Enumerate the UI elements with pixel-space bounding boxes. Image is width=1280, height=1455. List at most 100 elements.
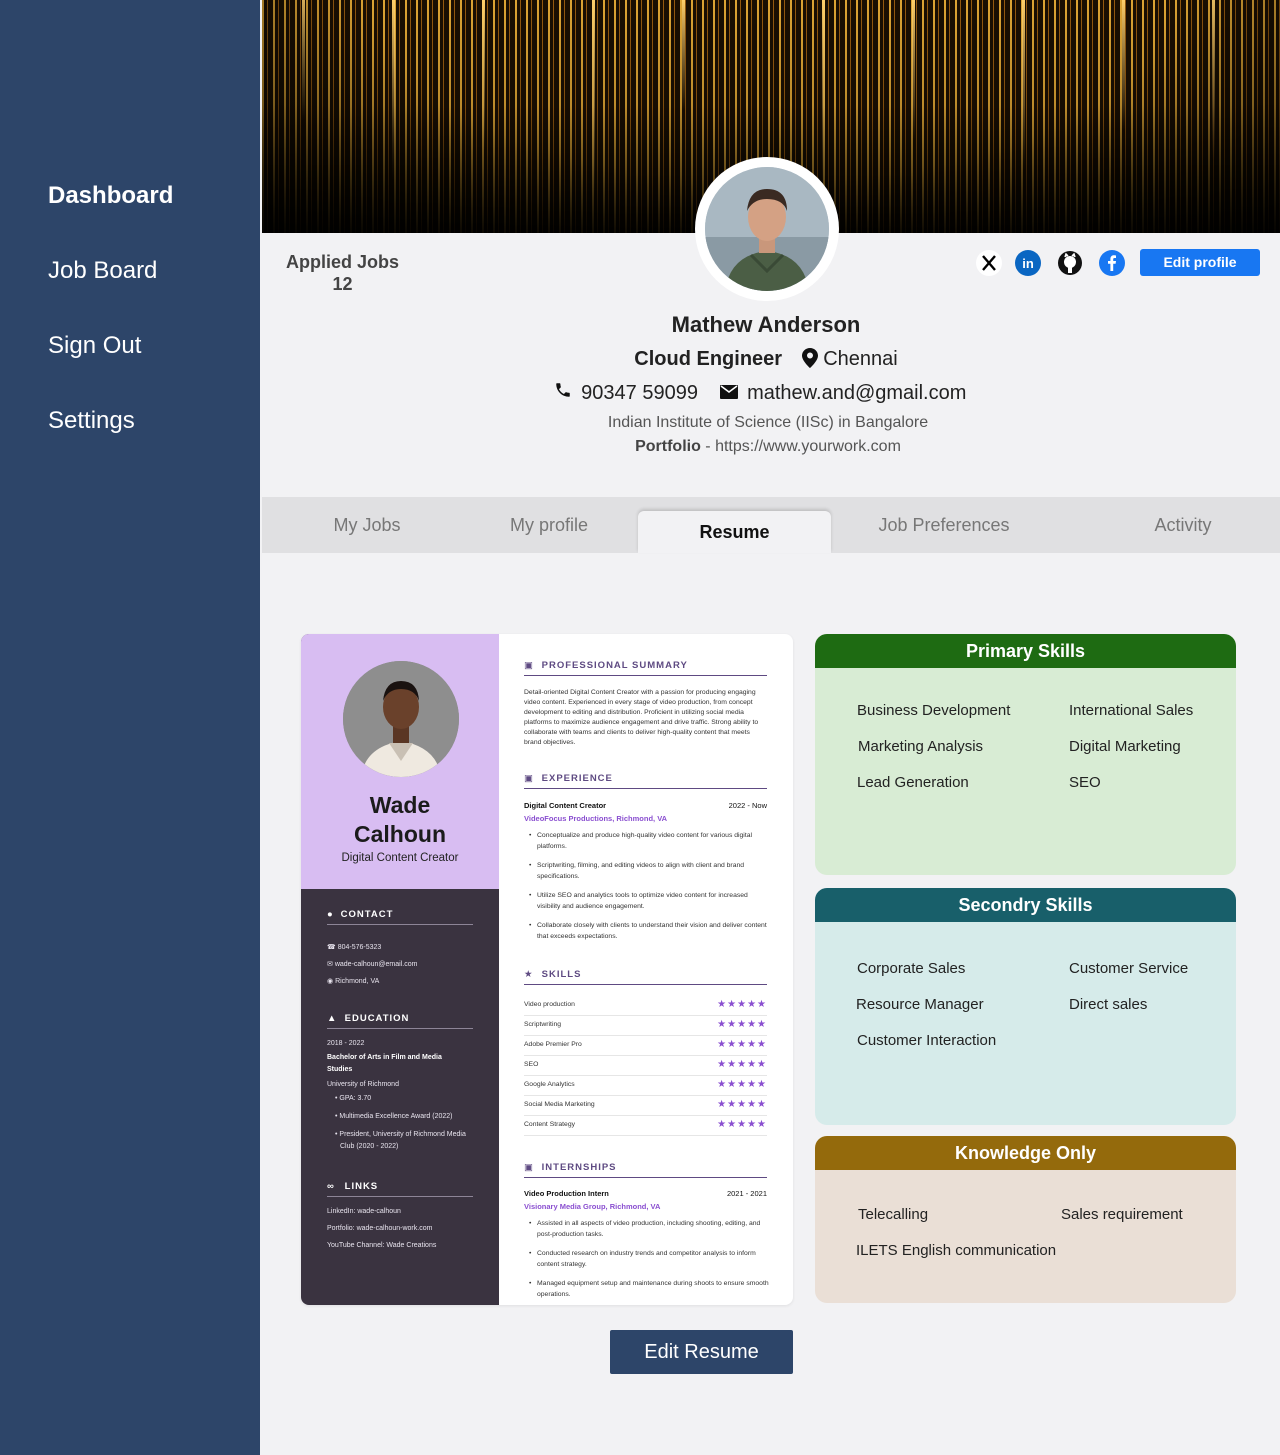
skill-chip: Marketing Analysis (858, 738, 984, 755)
skill-rating: ★★★★★ (717, 1019, 767, 1030)
sidebar-item-job-board[interactable]: Job Board (48, 257, 157, 285)
summary-heading: ▣ PROFESSIONAL SUMMARY (524, 660, 767, 676)
link-youtube[interactable]: YouTube Channel: Wade Creations (327, 1242, 436, 1249)
education-degree-line2: Studies (327, 1066, 353, 1073)
profile-portfolio: Portfolio - https://www.yourwork.com (540, 438, 996, 456)
resume-photo (343, 661, 459, 777)
skill-chip: Corporate Sales (857, 960, 966, 977)
resume-name: Wade Calhoun (301, 791, 499, 849)
portfolio-label: Portfolio (635, 438, 701, 455)
resume-phone: ☎ 804-576-5323 (327, 943, 381, 951)
skill-rating: ★★★★★ (717, 1119, 767, 1130)
primary-skills-title: Primary Skills (815, 634, 1236, 668)
email-icon: ✉ (327, 961, 333, 968)
github-icon[interactable] (1056, 249, 1084, 277)
resume-education-heading: ▲ EDUCATION (327, 1013, 473, 1029)
resume-preview: Wade Calhoun Digital Content Creator ● C… (301, 634, 793, 1305)
sidebar-item-sign-out[interactable]: Sign Out (48, 332, 141, 360)
link-portfolio[interactable]: Portfolio: wade-calhoun-work.com (327, 1225, 432, 1232)
skill-chip: Sales requirement (1061, 1206, 1183, 1223)
summary-heading-label: PROFESSIONAL SUMMARY (541, 660, 688, 671)
facebook-icon[interactable] (1098, 249, 1126, 277)
secondary-skills-card: Secondry Skills Corporate Sales Customer… (815, 888, 1236, 1125)
profile-tabs: My Jobs My profile Resume Job Preference… (262, 497, 1280, 553)
skill-row: Google Analytics ★★★★★ (524, 1076, 767, 1096)
primary-skills-card: Primary Skills Business Development Inte… (815, 634, 1236, 875)
experience-heading: ▣ EXPERIENCE (524, 773, 767, 789)
internship-title: Video Production Intern 2021 - 2021 (524, 1189, 767, 1198)
education-bullet-award: • Multimedia Excellence Award (2022) (335, 1113, 453, 1120)
applied-jobs-label: Applied Jobs (286, 252, 400, 272)
role-location-line: Cloud Engineer Chennai (566, 348, 966, 371)
knowledge-only-card: Knowledge Only Telecalling Sales require… (815, 1136, 1236, 1303)
experience-bullet: Scriptwriting, filming, and editing vide… (529, 860, 773, 882)
skill-chip: Digital Marketing (1069, 738, 1181, 755)
tab-my-profile[interactable]: My profile (484, 497, 614, 553)
link-linkedin[interactable]: LinkedIn: wade-calhoun (327, 1208, 401, 1215)
graduation-cap-icon: ▲ (327, 1013, 338, 1024)
location-pin-icon: ◉ (327, 978, 334, 985)
contact-line: 90347 59099 mathew.and@gmail.com (540, 381, 980, 405)
portfolio-link[interactable]: https://www.yourwork.com (715, 438, 901, 455)
experience-title-text: Digital Content Creator (524, 801, 607, 810)
skill-rating: ★★★★★ (717, 1079, 767, 1090)
summary-text: Detail-oriented Digital Content Creator … (524, 689, 759, 746)
resume-contact-heading: ● CONTACT (327, 909, 473, 925)
internship-bullet: Conducted research on industry trends an… (529, 1248, 773, 1270)
tab-activity[interactable]: Activity (1122, 497, 1244, 553)
edit-resume-button[interactable]: Edit Resume (610, 1330, 793, 1374)
skill-chip: SEO (1069, 774, 1101, 791)
profile-institution: Indian Institute of Science (IISc) in Ba… (607, 414, 929, 431)
skill-rating: ★★★★★ (717, 999, 767, 1010)
profile-role: Cloud Engineer (634, 348, 783, 370)
experience-dates: 2022 - Now (728, 801, 767, 810)
skill-name: Scriptwriting (524, 1021, 562, 1028)
skill-chip: Direct sales (1069, 996, 1148, 1013)
sidebar-item-dashboard[interactable]: Dashboard (48, 182, 173, 210)
resume-location-value: Richmond, VA (335, 978, 380, 985)
profile-email: mathew.and@gmail.com (747, 381, 967, 404)
education-heading-label: EDUCATION (344, 1013, 410, 1024)
skill-row: Scriptwriting ★★★★★ (524, 1016, 767, 1036)
internship-bullet: Assisted in all aspects of video product… (529, 1218, 773, 1240)
skill-name: Google Analytics (524, 1081, 575, 1088)
experience-bullet: Conceptualize and produce high-quality v… (529, 830, 773, 852)
resume-first-name: Wade (369, 792, 431, 818)
x-icon[interactable] (975, 249, 1003, 277)
education-club-line2: Club (2020 - 2022) (340, 1143, 399, 1150)
applied-jobs-count: 12 (332, 274, 353, 294)
phone-icon (554, 382, 572, 404)
email-icon (719, 382, 738, 404)
experience-bullet: Utilize SEO and analytics tools to optim… (529, 890, 773, 912)
links-heading-label: LINKS (344, 1181, 379, 1192)
contact-heading-label: CONTACT (340, 909, 394, 920)
location-pin-icon (801, 348, 818, 370)
sidebar-item-settings[interactable]: Settings (48, 407, 135, 435)
resume-last-name: Calhoun (354, 821, 446, 847)
sidebar: Dashboard Job Board Sign Out Settings (0, 0, 260, 1455)
tab-my-jobs[interactable]: My Jobs (302, 497, 432, 553)
knowledge-only-title: Knowledge Only (815, 1136, 1236, 1170)
briefcase-icon: ▣ (524, 1162, 534, 1173)
star-icon: ★ (524, 969, 534, 980)
education-club-line1: President, University of Richmond Media (339, 1131, 466, 1138)
resume-phone-value: 804-576-5323 (337, 944, 382, 951)
education-school: University of Richmond (327, 1081, 399, 1088)
education-degree-line1: Bachelor of Arts in Film and Media (327, 1054, 442, 1061)
internship-dates: 2021 - 2021 (726, 1189, 767, 1198)
edit-profile-button[interactable]: Edit profile (1140, 249, 1260, 276)
resume-location: ◉ Richmond, VA (327, 977, 379, 985)
tab-job-preferences[interactable]: Job Preferences (862, 497, 1026, 553)
skill-chip: Business Development (857, 702, 1011, 719)
skill-row: Video production ★★★★★ (524, 996, 767, 1016)
skill-chip: ILETS English communication (856, 1242, 1057, 1259)
linkedin-icon[interactable]: in (1014, 249, 1042, 277)
skills-heading: ★ SKILLS (524, 969, 767, 985)
skills-heading-label: SKILLS (541, 969, 582, 980)
tab-resume[interactable]: Resume (638, 511, 831, 553)
experience-company: VideoFocus Productions, Richmond, VA (524, 814, 668, 823)
internships-heading: ▣ INTERNSHIPS (524, 1162, 767, 1178)
experience-title: Digital Content Creator 2022 - Now (524, 801, 767, 810)
skill-row: Content Strategy ★★★★★ (524, 1116, 767, 1136)
skill-name: Video production (524, 1001, 575, 1008)
